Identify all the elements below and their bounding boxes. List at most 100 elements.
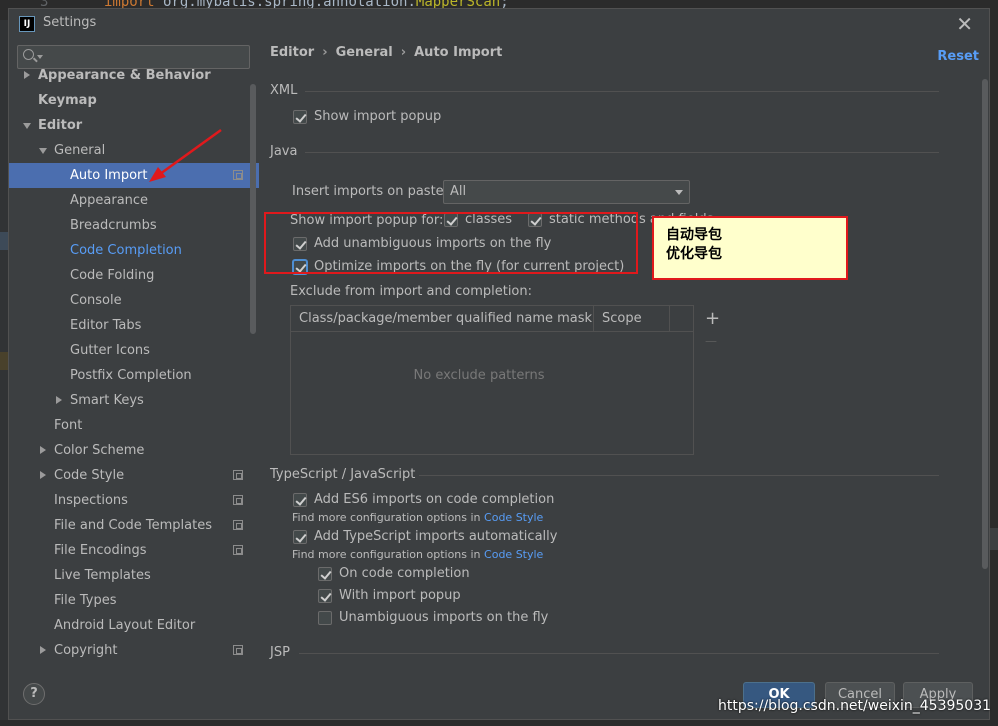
- sidebar-item-color-scheme[interactable]: Color Scheme: [9, 438, 259, 463]
- project-settings-icon: [233, 520, 243, 530]
- section-xml-title: XML: [270, 83, 298, 98]
- chevron-down-icon: [675, 190, 683, 195]
- section-jsp-title: JSP: [270, 645, 290, 660]
- expand-arrow-icon[interactable]: [40, 471, 46, 479]
- checkbox-label: Add ES6 imports on code completion: [314, 492, 555, 507]
- table-header: Class/package/member qualified name mask…: [291, 306, 693, 332]
- sidebar-scrollbar[interactable]: [250, 84, 256, 334]
- sidebar-item-label: Editor: [38, 118, 83, 133]
- section-divider: [305, 91, 939, 92]
- ts-imports-checkbox[interactable]: Add TypeScript imports automatically: [293, 529, 557, 544]
- on-code-completion-checkbox[interactable]: On code completion: [318, 566, 470, 581]
- close-icon[interactable]: ✕: [956, 12, 973, 36]
- column-header-scope[interactable]: Scope: [594, 306, 670, 331]
- code-style-link[interactable]: Code Style: [484, 511, 543, 524]
- sidebar-item-code-folding[interactable]: Code Folding: [9, 263, 259, 288]
- collapse-arrow-icon[interactable]: [23, 123, 31, 129]
- section-divider: [419, 475, 939, 476]
- sidebar-item-console[interactable]: Console: [9, 288, 259, 313]
- checkbox-icon[interactable]: [293, 109, 307, 124]
- es6-imports-checkbox[interactable]: Add ES6 imports on code completion: [293, 492, 554, 507]
- search-history-icon[interactable]: [37, 55, 43, 59]
- select-value: All: [450, 184, 467, 199]
- sidebar-item-android-layout-editor[interactable]: Android Layout Editor: [9, 613, 259, 638]
- breadcrumb-item: General: [335, 45, 393, 60]
- sidebar-item-postfix-completion[interactable]: Postfix Completion: [9, 363, 259, 388]
- sidebar-item-editor-tabs[interactable]: Editor Tabs: [9, 313, 259, 338]
- sidebar-item-code-style[interactable]: Code Style: [9, 463, 259, 488]
- show-import-popup-checkbox[interactable]: Show import popup: [293, 109, 441, 124]
- sidebar-item-appearance-behavior[interactable]: Appearance & Behavior: [9, 63, 259, 88]
- checkbox-label: With import popup: [339, 588, 461, 603]
- sidebar-item-gutter-icons[interactable]: Gutter Icons: [9, 338, 259, 363]
- column-header-mask[interactable]: Class/package/member qualified name mask: [291, 306, 594, 331]
- project-settings-icon: [233, 470, 243, 480]
- exclude-table[interactable]: Class/package/member qualified name mask…: [290, 305, 720, 455]
- insert-on-paste-label: Insert imports on paste:: [292, 184, 449, 199]
- sidebar-item-copyright[interactable]: Copyright: [9, 638, 259, 663]
- code-style-link[interactable]: Code Style: [484, 548, 543, 561]
- sidebar-item-font[interactable]: Font: [9, 413, 259, 438]
- scrollbar-thumb[interactable]: [982, 79, 988, 569]
- sidebar-item-label: Postfix Completion: [70, 368, 192, 383]
- checkbox-icon[interactable]: [318, 566, 332, 581]
- annotation-note: 自动导包 优化导包: [652, 216, 848, 280]
- checkbox-icon[interactable]: [293, 492, 307, 507]
- sidebar-item-general[interactable]: General: [9, 138, 259, 163]
- content-scrollbar[interactable]: [981, 39, 989, 671]
- checkbox-label: Unambiguous imports on the fly: [339, 610, 549, 625]
- sidebar-item-label: Gutter Icons: [70, 343, 150, 358]
- sidebar-item-file-types[interactable]: File Types: [9, 588, 259, 613]
- sidebar-item-smart-keys[interactable]: Smart Keys: [9, 388, 259, 413]
- sidebar-item-label: Console: [70, 293, 122, 308]
- sidebar-item-label: Android Layout Editor: [54, 618, 196, 633]
- annotation-line: 优化导包: [666, 246, 722, 262]
- checkbox-icon[interactable]: [318, 588, 332, 603]
- sidebar-item-label: Appearance & Behavior: [38, 68, 211, 83]
- section-divider: [305, 152, 939, 153]
- sidebar-item-label: Keymap: [38, 93, 97, 108]
- expand-arrow-icon[interactable]: [40, 646, 46, 654]
- checkbox-icon[interactable]: [318, 610, 332, 625]
- sidebar-item-label: Auto Import: [70, 168, 148, 183]
- sidebar-item-live-templates[interactable]: Live Templates: [9, 563, 259, 588]
- expand-arrow-icon[interactable]: [40, 446, 46, 454]
- sidebar-item-label: Code Folding: [70, 268, 155, 283]
- sidebar-item-label: Editor Tabs: [70, 318, 142, 333]
- sidebar-item-label: Code Completion: [70, 243, 182, 258]
- sidebar-item-label: Copyright: [54, 643, 118, 658]
- add-icon[interactable]: +: [705, 308, 720, 329]
- project-settings-icon: [233, 545, 243, 555]
- sidebar-item-file-encodings[interactable]: File Encodings: [9, 538, 259, 563]
- sidebar-item-label: Smart Keys: [70, 393, 144, 408]
- expand-arrow-icon[interactable]: [56, 396, 62, 404]
- breadcrumb-item: Editor: [270, 45, 315, 60]
- unambiguous-imports-checkbox[interactable]: Unambiguous imports on the fly: [318, 610, 548, 625]
- settings-content: Editor › General › Auto Import Reset XML Sho…: [259, 39, 989, 671]
- sidebar-item-label: Breadcrumbs: [70, 218, 157, 233]
- sidebar-item-auto-import[interactable]: Auto Import: [9, 163, 259, 188]
- sidebar-item-code-completion[interactable]: Code Completion: [9, 238, 259, 263]
- project-settings-icon: [233, 495, 243, 505]
- sidebar-item-inspections[interactable]: Inspections: [9, 488, 259, 513]
- sidebar-item-file-code-templates[interactable]: File and Code Templates: [9, 513, 259, 538]
- sidebar-item-breadcrumbs[interactable]: Breadcrumbs: [9, 213, 259, 238]
- background-gutter: [0, 20, 8, 720]
- help-button[interactable]: ?: [23, 683, 45, 705]
- sidebar-item-appearance[interactable]: Appearance: [9, 188, 259, 213]
- expand-arrow-icon[interactable]: [24, 71, 30, 79]
- sidebar-item-label: File Types: [54, 593, 117, 608]
- title-bar: IJ Settings ✕: [9, 9, 989, 39]
- insert-on-paste-select[interactable]: All: [443, 180, 690, 204]
- with-import-popup-checkbox[interactable]: With import popup: [318, 588, 461, 603]
- background-marker: [0, 352, 8, 370]
- checkbox-icon[interactable]: [293, 529, 307, 544]
- section-typescript-title: TypeScript / JavaScript: [270, 467, 416, 482]
- sidebar-item-label: File and Code Templates: [54, 518, 212, 533]
- remove-icon[interactable]: —: [705, 334, 717, 348]
- sidebar-item-editor[interactable]: Editor: [9, 113, 259, 138]
- reset-link[interactable]: Reset: [937, 49, 979, 64]
- sidebar-item-keymap[interactable]: Keymap: [9, 88, 259, 113]
- config-hint: Find more configuration options in Code …: [292, 511, 543, 524]
- collapse-arrow-icon[interactable]: [39, 148, 47, 154]
